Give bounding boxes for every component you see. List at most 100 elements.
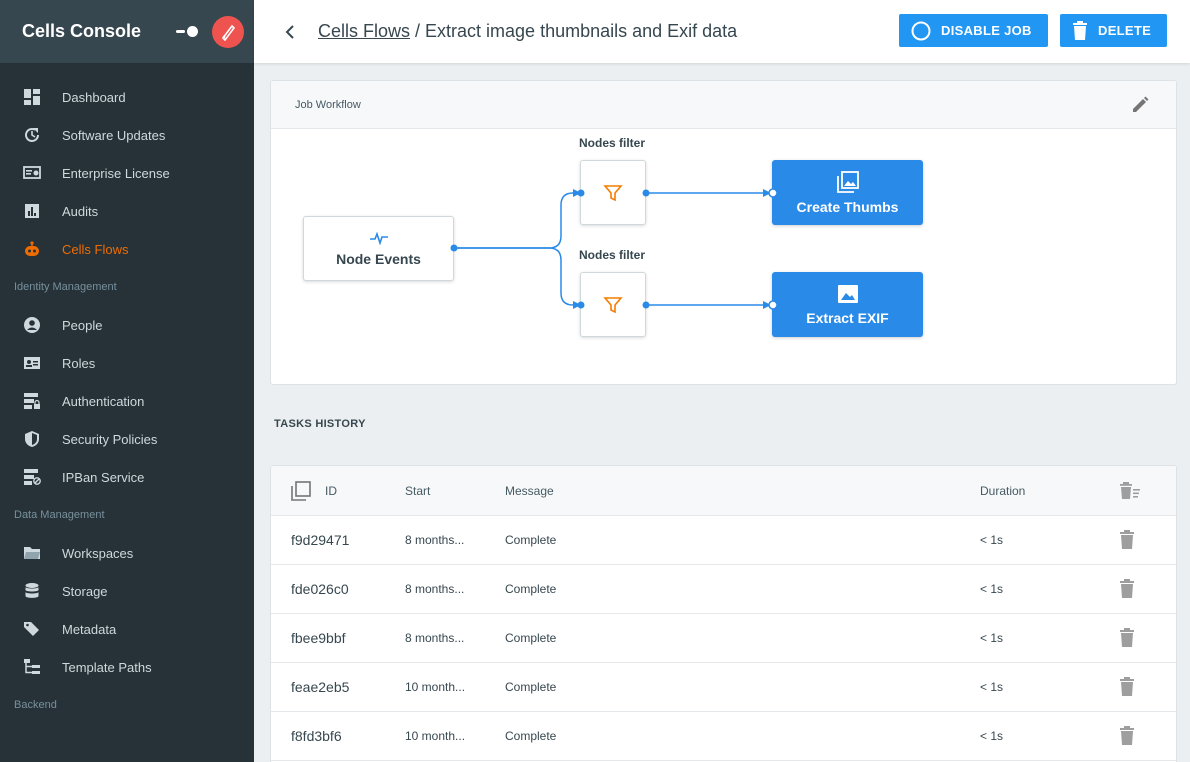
dashboard-icon [22,87,42,107]
sidebar-header: Cells Console [0,0,254,63]
breadcrumb-link[interactable]: Cells Flows [318,21,410,41]
delete-task-icon[interactable] [1119,663,1135,711]
action-create-thumbs[interactable]: Create Thumbs [772,160,923,225]
breadcrumb-separator: / [410,21,426,41]
delete-task-icon[interactable] [1119,565,1135,613]
avatar[interactable] [212,15,244,48]
sidebar-item-metadata[interactable]: Metadata [0,610,254,648]
task-duration: < 1s [980,680,1004,694]
column-header-id[interactable]: ID [325,466,337,515]
breadcrumb: Cells Flows / Extract image thumbnails a… [318,21,737,42]
table-row[interactable]: fbee9bbf 8 months... Complete < 1s [271,614,1176,663]
action-label: Create Thumbs [796,198,899,215]
delete-all-icon[interactable] [1119,466,1141,515]
delete-task-icon[interactable] [1119,614,1135,662]
sidebar-item-label: Roles [62,355,96,371]
table-row[interactable]: fde026c0 8 months... Complete < 1s [271,565,1176,614]
node-events-trigger[interactable]: Node Events [303,216,454,281]
sidebar-item-label: Software Updates [62,127,166,143]
sidebar-toggle-icon[interactable] [176,25,198,39]
sidebar-item-roles[interactable]: Roles [0,344,254,382]
page-title: Extract image thumbnails and Exif data [425,21,738,41]
sidebar-item-label: Authentication [62,393,145,409]
task-id: feae2eb5 [291,679,350,695]
task-duration: < 1s [980,582,1004,596]
sidebar-item-people[interactable]: People [0,306,254,344]
sidebar-item-label: Storage [62,583,108,599]
nodes-filter-2[interactable] [580,272,646,337]
task-message: Complete [505,729,557,743]
action-label: Extract EXIF [806,309,889,326]
back-arrow-icon[interactable] [280,22,300,42]
task-duration: < 1s [980,729,1004,743]
task-id: fbee9bbf [291,630,346,646]
sidebar-item-label: Security Policies [62,431,158,447]
task-id: f8fd3bf6 [291,728,342,744]
task-message: Complete [505,680,557,694]
task-message: Complete [505,533,557,547]
sidebar-item-label: Enterprise License [62,165,170,181]
badge-icon [22,353,42,373]
nodes-filter-1[interactable] [580,160,646,225]
task-id: f9d29471 [291,532,350,548]
delete-task-icon[interactable] [1119,712,1135,760]
section-identity-management: Identity Management [14,281,117,293]
file-tree-icon [22,657,42,677]
task-start: 8 months... [405,533,465,547]
activity-icon [369,231,388,245]
delete-task-icon[interactable] [1119,516,1135,564]
sidebar-item-label: People [62,317,103,333]
sidebar-item-workspaces[interactable]: Workspaces [0,534,254,572]
chart-icon [22,201,42,221]
sidebar-item-label: Cells Flows [62,241,129,257]
sidebar-item-cells-flows[interactable]: Cells Flows [0,230,254,268]
filter-icon [603,296,623,313]
delete-button[interactable]: DELETE [1060,14,1168,47]
column-header-start[interactable]: Start [405,466,430,515]
folder-icon [22,543,42,563]
table-row[interactable]: feae2eb5 10 month... Complete < 1s [271,663,1176,712]
sidebar-item-audits[interactable]: Audits [0,192,254,230]
task-message: Complete [505,631,557,645]
server-ban-icon [22,467,42,487]
license-icon [22,163,42,183]
sidebar-item-label: Dashboard [62,89,126,105]
column-header-message[interactable]: Message [505,466,554,515]
task-message: Complete [505,582,557,596]
table-row[interactable]: f8fd3bf6 10 month... Complete < 1s [271,712,1176,761]
table-row[interactable]: f9d29471 8 months... Complete < 1s [271,516,1176,565]
task-id: fde026c0 [291,581,349,597]
server-lock-icon [22,391,42,411]
sidebar-item-security-policies[interactable]: Security Policies [0,420,254,458]
database-icon [22,581,42,601]
section-data-management: Data Management [14,509,105,521]
update-icon [22,125,42,145]
shield-icon [22,429,42,449]
sidebar-item-enterprise-license[interactable]: Enterprise License [0,154,254,192]
circle-icon [911,21,931,41]
sidebar-item-storage[interactable]: Storage [0,572,254,610]
sidebar-item-template-paths[interactable]: Template Paths [0,648,254,686]
column-header-duration[interactable]: Duration [980,466,1025,515]
task-start: 8 months... [405,582,465,596]
filter-label: Nodes filter [579,136,646,150]
sidebar-item-label: Audits [62,203,99,219]
select-all-icon[interactable] [291,466,311,515]
sidebar-item-label: Template Paths [62,659,152,675]
sidebar-item-dashboard[interactable]: Dashboard [0,78,254,116]
task-duration: < 1s [980,533,1004,547]
sidebar-item-label: Metadata [62,621,117,637]
tags-icon [22,619,42,639]
action-extract-exif[interactable]: Extract EXIF [772,272,923,337]
sidebar-item-label: Workspaces [62,545,134,561]
app-title: Cells Console [22,21,142,41]
person-icon [22,315,42,335]
sidebar-item-software-updates[interactable]: Software Updates [0,116,254,154]
disable-job-button[interactable]: DISABLE JOB [899,14,1048,47]
image-library-icon [836,170,859,193]
sidebar-item-ipban-service[interactable]: IPBan Service [0,458,254,496]
task-start: 8 months... [405,631,465,645]
trigger-label: Node Events [336,250,421,267]
disable-job-label: DISABLE JOB [941,23,1032,38]
sidebar-item-authentication[interactable]: Authentication [0,382,254,420]
